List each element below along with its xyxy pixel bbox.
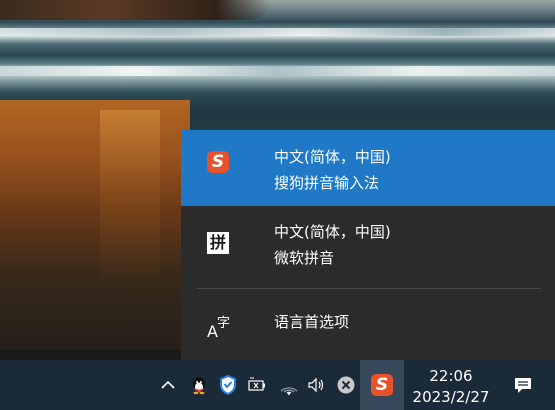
speaker-icon[interactable] — [305, 374, 327, 396]
menu-item-language: 中文(简体，中国) — [274, 148, 391, 166]
shield-icon[interactable] — [217, 374, 239, 396]
close-circle-icon[interactable] — [335, 374, 357, 396]
input-method-menu: S 中文(简体，中国) 搜狗拼音输入法 拼 中文(简体，中国) 微软拼音 A 字… — [181, 130, 555, 360]
notification-icon[interactable] — [512, 374, 534, 396]
menu-item-microsoft-pinyin[interactable]: 拼 中文(简体，中国) 微软拼音 — [181, 206, 555, 284]
ime-tray-button[interactable]: S — [360, 360, 404, 410]
clock-time: 22:06 — [429, 367, 473, 385]
taskbar-clock[interactable]: 22:06 2023/2/27 — [410, 364, 492, 406]
wallpaper-reflection — [0, 100, 190, 350]
sogou-s-icon: S — [207, 151, 229, 173]
menu-item-ime-name: 搜狗拼音输入法 — [274, 174, 380, 192]
battery-plug-icon[interactable] — [246, 374, 268, 396]
sogou-tray-icon: S — [371, 374, 393, 396]
language-icon-character: 字 — [217, 316, 231, 331]
qq-icon[interactable] — [188, 374, 210, 396]
menu-item-sogou-pinyin[interactable]: S 中文(简体，中国) 搜狗拼音输入法 — [181, 130, 555, 206]
language-preferences-icon: A 字 — [207, 312, 231, 341]
clock-date: 2023/2/27 — [412, 388, 490, 406]
wallpaper-reflection — [100, 110, 160, 280]
wallpaper-rock — [0, 0, 270, 20]
menu-item-label: 语言首选项 — [274, 313, 350, 331]
taskbar: S 22:06 2023/2/27 — [0, 360, 555, 410]
pinyin-icon: 拼 — [207, 232, 229, 254]
menu-item-language-preferences[interactable]: A 字 语言首选项 — [181, 290, 555, 360]
menu-item-ime-name: 微软拼音 — [274, 249, 335, 267]
chevron-up-icon[interactable] — [157, 374, 179, 396]
wifi-icon[interactable] — [278, 374, 300, 396]
wallpaper-wave — [0, 66, 555, 76]
wallpaper-wave — [0, 28, 555, 36]
menu-item-language: 中文(简体，中国) — [274, 223, 391, 241]
menu-divider — [197, 288, 541, 289]
